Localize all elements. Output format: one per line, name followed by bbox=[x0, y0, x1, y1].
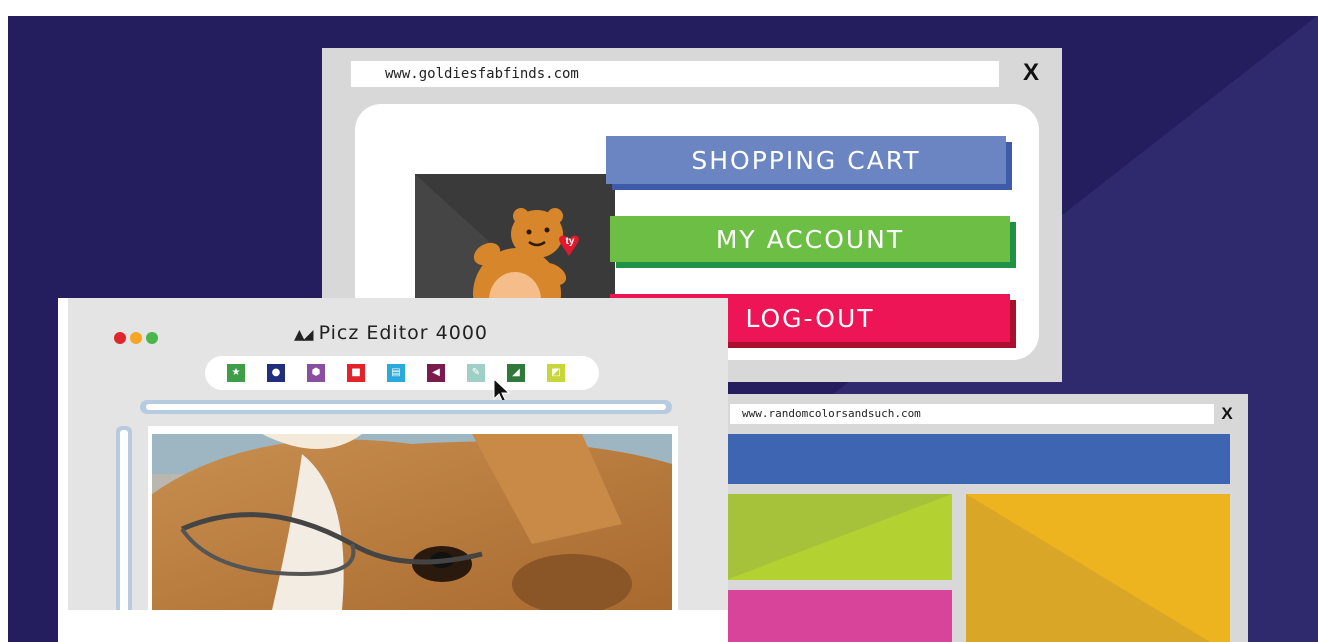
log-out-label: LOG-OUT bbox=[745, 303, 875, 333]
shopping-cart-label: SHOPPING CART bbox=[691, 145, 921, 175]
address-url: www.randomcolorsandsuch.com bbox=[742, 407, 921, 420]
color-block-lime bbox=[726, 494, 952, 580]
shopping-cart-button[interactable]: SHOPPING CART bbox=[606, 136, 1012, 190]
pencil-tool-button[interactable]: ✎ bbox=[467, 364, 485, 382]
dog-photo[interactable] bbox=[152, 434, 672, 610]
my-account-button-face: MY ACCOUNT bbox=[610, 216, 1010, 262]
horizontal-scrollbar[interactable] bbox=[140, 400, 672, 414]
scrollbar-track bbox=[146, 404, 666, 410]
close-button[interactable]: X bbox=[1018, 58, 1044, 88]
pac-tool-button[interactable]: ◀ bbox=[427, 364, 445, 382]
tool-palette: ★ ● ⬢ ■ ▤ ◀ ✎ ◢ ◩ bbox=[205, 356, 599, 390]
shopping-cart-button-face: SHOPPING CART bbox=[606, 136, 1006, 184]
star-tool-icon: ★ bbox=[231, 367, 241, 378]
minimize-window-button[interactable] bbox=[130, 332, 142, 344]
address-url: www.goldiesfabfinds.com bbox=[385, 66, 579, 82]
product-tag-text: ty bbox=[565, 236, 575, 247]
header-banner bbox=[726, 434, 1230, 484]
pac-tool-icon: ◀ bbox=[432, 367, 440, 378]
close-window-button[interactable] bbox=[114, 332, 126, 344]
leaf-tool-icon: ◢ bbox=[512, 367, 520, 378]
address-bar[interactable]: www.goldiesfabfinds.com bbox=[351, 61, 999, 87]
my-account-label: MY ACCOUNT bbox=[715, 224, 905, 254]
hexagon-tool-icon: ⬢ bbox=[311, 367, 321, 378]
color-block-gold bbox=[966, 494, 1230, 642]
scrollbar-track bbox=[120, 430, 128, 610]
fade-tool-icon: ◩ bbox=[551, 367, 561, 378]
vertical-scrollbar[interactable] bbox=[116, 426, 132, 610]
pencil-tool-icon: ✎ bbox=[471, 367, 481, 378]
square-tool-button[interactable]: ■ bbox=[347, 364, 365, 382]
hexagon-tool-button[interactable]: ⬢ bbox=[307, 364, 325, 382]
dog-with-glasses-image bbox=[152, 434, 672, 610]
mountain-icon: ▲◢ bbox=[294, 327, 313, 343]
lime-diagonal-shape bbox=[726, 494, 952, 580]
fade-tool-button[interactable]: ◩ bbox=[547, 364, 565, 382]
my-account-button[interactable]: MY ACCOUNT bbox=[610, 216, 1016, 268]
circle-tool-button[interactable]: ● bbox=[267, 364, 285, 382]
maximize-window-button[interactable] bbox=[146, 332, 158, 344]
editor-title-text: Picz Editor 4000 bbox=[318, 322, 488, 344]
picz-editor-window: ▲◢ Picz Editor 4000 ★ ● ⬢ ■ ▤ ◀ ✎ ◢ ◩ bbox=[58, 298, 728, 642]
editor-chrome: ▲◢ Picz Editor 4000 ★ ● ⬢ ■ ▤ ◀ ✎ ◢ ◩ bbox=[68, 298, 728, 610]
star-tool-button[interactable]: ★ bbox=[227, 364, 245, 382]
address-bar[interactable]: www.randomcolorsandsuch.com bbox=[730, 404, 1214, 424]
square-tool-icon: ■ bbox=[351, 367, 361, 378]
gold-diagonal-shape bbox=[966, 494, 1230, 642]
stripes-tool-button[interactable]: ▤ bbox=[387, 364, 405, 382]
close-button[interactable]: X bbox=[1216, 402, 1238, 426]
circle-tool-icon: ● bbox=[271, 367, 281, 378]
desktop-background: www.goldiesfabfinds.com X ty SHOPPING CA… bbox=[8, 16, 1318, 642]
colors-browser-window: www.randomcolorsandsuch.com X bbox=[708, 394, 1248, 642]
editor-title: ▲◢ Picz Editor 4000 bbox=[294, 322, 488, 344]
stripes-tool-icon: ▤ bbox=[391, 367, 401, 378]
color-block-magenta bbox=[726, 590, 952, 642]
